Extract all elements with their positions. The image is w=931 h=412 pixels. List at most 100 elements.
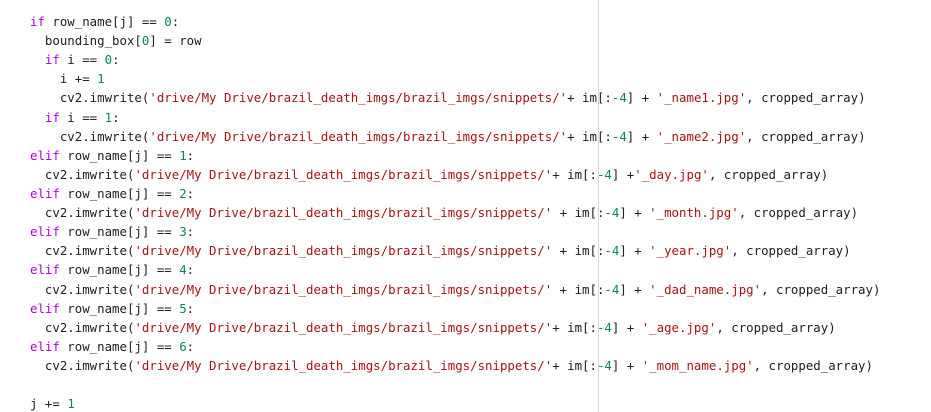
code-token: : xyxy=(112,52,120,68)
string-token: '_mom_name.jpg' xyxy=(641,357,754,373)
string-token: 'drive/My Drive/brazil_death_imgs/brazil… xyxy=(134,243,553,259)
code-token: bounding_box[ xyxy=(30,33,142,49)
number-token: 3 xyxy=(179,224,187,240)
number-token: -4 xyxy=(604,205,620,221)
code-token: cv2.imwrite( xyxy=(30,243,135,259)
code-token: i == xyxy=(59,109,105,125)
code-token: row_name[j] == xyxy=(59,300,180,316)
code-token: + im[: xyxy=(567,90,612,106)
code-token: : xyxy=(186,300,195,316)
string-token: '_dad_name.jpg' xyxy=(649,281,762,297)
number-token: 2 xyxy=(179,185,187,201)
code-line: elif row_name[j] == 1: xyxy=(30,146,880,165)
number-token: -4 xyxy=(596,357,612,373)
code-token: ] + xyxy=(611,357,642,373)
code-token: row_name[j] == xyxy=(59,224,180,240)
string-token: 'drive/My Drive/brazil_death_imgs/brazil… xyxy=(149,90,568,106)
code-token: row_name[j] == xyxy=(59,185,180,201)
code-token: cv2.imwrite( xyxy=(30,166,135,182)
code-token: cv2.imwrite( xyxy=(30,357,135,373)
number-token: 0 xyxy=(104,52,113,68)
code-token: ] + xyxy=(611,319,642,335)
code-line: cv2.imwrite('drive/My Drive/brazil_death… xyxy=(30,356,880,375)
code-token: cv2.imwrite( xyxy=(30,90,150,106)
code-token: + im[: xyxy=(552,357,597,373)
code-token: , cropped_array) xyxy=(761,281,881,297)
code-line: j += 1 xyxy=(30,394,880,412)
number-token: 1 xyxy=(67,396,75,412)
code-token: i += xyxy=(30,71,98,87)
number-token: 0 xyxy=(164,14,172,29)
code-line: if i == 1: xyxy=(30,108,880,127)
code-token: : xyxy=(186,147,195,163)
code-token: + im[: xyxy=(552,166,597,182)
code-token: , cropped_array) xyxy=(753,357,873,373)
code-token: : xyxy=(186,338,195,354)
code-token: ] + xyxy=(619,205,650,221)
code-line: elif row_name[j] == 3: xyxy=(30,222,880,241)
code-token: + im[: xyxy=(567,128,612,144)
code-line: cv2.imwrite('drive/My Drive/brazil_death… xyxy=(30,280,881,299)
number-token: 5 xyxy=(179,300,187,316)
number-token: -4 xyxy=(611,128,627,144)
code-token: , cropped_array) xyxy=(746,128,866,144)
keyword-token: elif xyxy=(30,262,60,278)
code-line: cv2.imwrite('drive/My Drive/brazil_death… xyxy=(30,203,880,222)
code-token: ] + xyxy=(611,166,635,182)
code-token: : xyxy=(171,14,180,29)
string-token: '_month.jpg' xyxy=(649,205,739,221)
code-token: : xyxy=(112,109,120,125)
code-token: cv2.imwrite( xyxy=(30,128,150,144)
string-token: 'drive/My Drive/brazil_death_imgs/brazil… xyxy=(134,205,553,221)
string-token: '_year.jpg' xyxy=(649,243,732,259)
code-line: cv2.imwrite('drive/My Drive/brazil_death… xyxy=(30,165,880,184)
code-line: if i == 0: xyxy=(30,50,880,69)
code-token: , cropped_array) xyxy=(746,90,866,106)
code-line: cv2.imwrite('drive/My Drive/brazil_death… xyxy=(30,88,880,107)
code-token: + im[: xyxy=(552,243,605,259)
string-token: '_day.jpg' xyxy=(634,166,709,182)
code-token: cv2.imwrite( xyxy=(30,205,135,221)
code-token: cv2.imwrite( xyxy=(30,281,135,297)
code-token: ] + xyxy=(619,243,650,259)
code-token: i == xyxy=(59,52,105,68)
code-token: + im[: xyxy=(552,319,597,335)
keyword-token: if xyxy=(44,52,60,68)
string-token: 'drive/My Drive/brazil_death_imgs/brazil… xyxy=(134,166,553,182)
number-token: -4 xyxy=(596,319,612,335)
keyword-token: elif xyxy=(30,300,60,316)
code-line: cv2.imwrite('drive/My Drive/brazil_death… xyxy=(30,127,880,146)
code-editor[interactable]: if row_name[j] == 0: bounding_box[0] = r… xyxy=(0,0,931,412)
number-token: 1 xyxy=(179,147,187,163)
keyword-token: elif xyxy=(30,338,60,354)
code-token: row_name[j] == xyxy=(59,338,180,354)
code-token: ] + xyxy=(626,128,657,144)
code-token: : xyxy=(186,185,195,201)
string-token: '_name2.jpg' xyxy=(656,128,747,144)
code-token: , cropped_array) xyxy=(731,243,851,259)
code-line: i += 1 xyxy=(30,69,880,88)
code-token: row_name[j] == xyxy=(59,147,180,163)
keyword-token: if xyxy=(30,14,45,29)
code-token: row_name[j] == xyxy=(59,262,180,278)
number-token: 6 xyxy=(179,338,187,354)
string-token: '_age.jpg' xyxy=(641,319,717,335)
code-token: , cropped_array) xyxy=(716,319,836,335)
string-token: 'drive/My Drive/brazil_death_imgs/brazil… xyxy=(134,281,553,297)
string-token: '_name1.jpg' xyxy=(656,90,747,106)
string-token: 'drive/My Drive/brazil_death_imgs/brazil… xyxy=(149,128,568,144)
code-token: ] + xyxy=(619,281,650,297)
number-token: -4 xyxy=(596,166,612,182)
keyword-token: elif xyxy=(30,147,60,163)
keyword-token: if xyxy=(44,109,60,125)
code-line: cv2.imwrite('drive/My Drive/brazil_death… xyxy=(30,241,880,260)
code-token: row_name[j] == xyxy=(44,14,165,29)
code-token: : xyxy=(186,262,195,278)
number-token: 1 xyxy=(97,71,105,87)
code-block[interactable]: if row_name[j] == 0: bounding_box[0] = r… xyxy=(30,12,880,412)
keyword-token: elif xyxy=(30,224,60,240)
code-token: + im[: xyxy=(552,205,605,221)
